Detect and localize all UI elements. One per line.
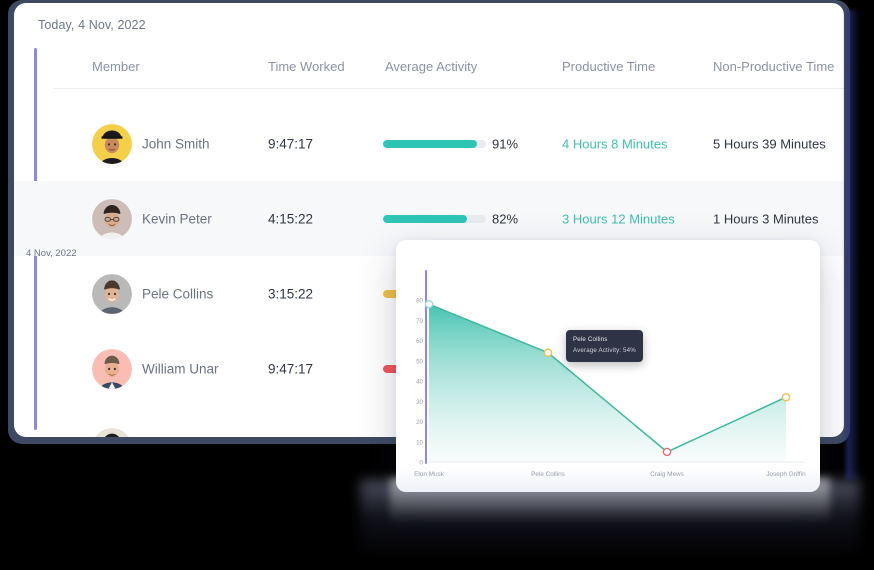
table-header-divider bbox=[54, 88, 844, 89]
activity-percent: 91% bbox=[492, 136, 519, 151]
activity-percent: 82% bbox=[492, 211, 519, 226]
activity-progress-fill bbox=[383, 139, 477, 148]
svg-text:Elon Musk: Elon Musk bbox=[414, 471, 445, 478]
tooltip-member-name: Pele Collins bbox=[573, 336, 608, 343]
svg-text:20: 20 bbox=[416, 419, 423, 426]
svg-text:Pele Collins: Pele Collins bbox=[531, 471, 565, 478]
table-header-row: Member Time Worked Average Activity Prod… bbox=[14, 48, 844, 88]
svg-text:30: 30 bbox=[416, 399, 423, 406]
svg-text:Craig Mews: Craig Mews bbox=[650, 471, 684, 478]
tooltip-value: Average Activity: 54% bbox=[573, 347, 636, 355]
time-worked-value: 3:15:22 bbox=[268, 286, 314, 301]
productive-time-link[interactable]: 4 Hours 8 Minutes bbox=[562, 136, 668, 151]
chart-tooltip: Pele Collins Average Activity: 54% bbox=[566, 330, 643, 362]
column-header-productive-time[interactable]: Productive Time bbox=[562, 59, 655, 74]
non-productive-time-value: 5 Hours 39 Minutes bbox=[713, 136, 826, 151]
table-row[interactable]: John Smith 9:47:17 91% 4 Hours 8 Minutes… bbox=[14, 106, 844, 181]
activity-progress-bar bbox=[383, 214, 486, 223]
column-header-non-productive-time[interactable]: Non-Productive Time bbox=[713, 59, 834, 74]
avatar bbox=[92, 428, 132, 437]
non-productive-time-value: 1 Hours 3 Minutes bbox=[713, 211, 819, 226]
svg-text:0: 0 bbox=[420, 460, 424, 467]
svg-text:Joseph Griffin: Joseph Griffin bbox=[766, 471, 806, 478]
column-header-time-worked[interactable]: Time Worked bbox=[268, 59, 345, 74]
svg-text:50: 50 bbox=[416, 358, 423, 365]
svg-text:70: 70 bbox=[416, 318, 423, 325]
avatar bbox=[92, 198, 132, 239]
member-name: William Unar bbox=[142, 361, 219, 376]
column-header-average-activity[interactable]: Average Activity bbox=[385, 59, 477, 74]
svg-text:40: 40 bbox=[416, 379, 423, 386]
time-worked-value: 4:15:22 bbox=[268, 211, 314, 226]
activity-progress-fill bbox=[383, 214, 468, 223]
time-worked-value: 9:47:17 bbox=[268, 136, 314, 151]
avatar bbox=[92, 273, 132, 314]
member-name: Kevin Peter bbox=[142, 211, 212, 226]
average-activity-area-chart[interactable]: 0 10 20 30 40 50 60 70 80 Elon Musk Pele Collins Cr… bbox=[396, 240, 820, 492]
chart-date-label: 4 Nov, 2022 bbox=[26, 248, 77, 259]
column-header-member[interactable]: Member bbox=[92, 59, 140, 74]
member-name: John Smith bbox=[142, 136, 210, 151]
time-worked-value: 9:47:17 bbox=[268, 361, 314, 376]
svg-text:80: 80 bbox=[416, 298, 423, 305]
card-date-label: Today, 4 Nov, 2022 bbox=[38, 18, 146, 32]
screenshot-root: Today, 4 Nov, 2022 Member Time Worked Av… bbox=[0, 0, 874, 570]
right-edge-glow bbox=[846, 10, 860, 480]
activity-progress-bar bbox=[383, 139, 486, 148]
panel-reflection-highlight bbox=[390, 478, 830, 524]
svg-text:60: 60 bbox=[416, 338, 423, 345]
avatar bbox=[92, 123, 132, 164]
member-name: Pele Collins bbox=[142, 286, 214, 301]
svg-text:10: 10 bbox=[416, 439, 423, 446]
avatar bbox=[92, 348, 132, 389]
productive-time-link[interactable]: 3 Hours 12 Minutes bbox=[562, 211, 675, 226]
